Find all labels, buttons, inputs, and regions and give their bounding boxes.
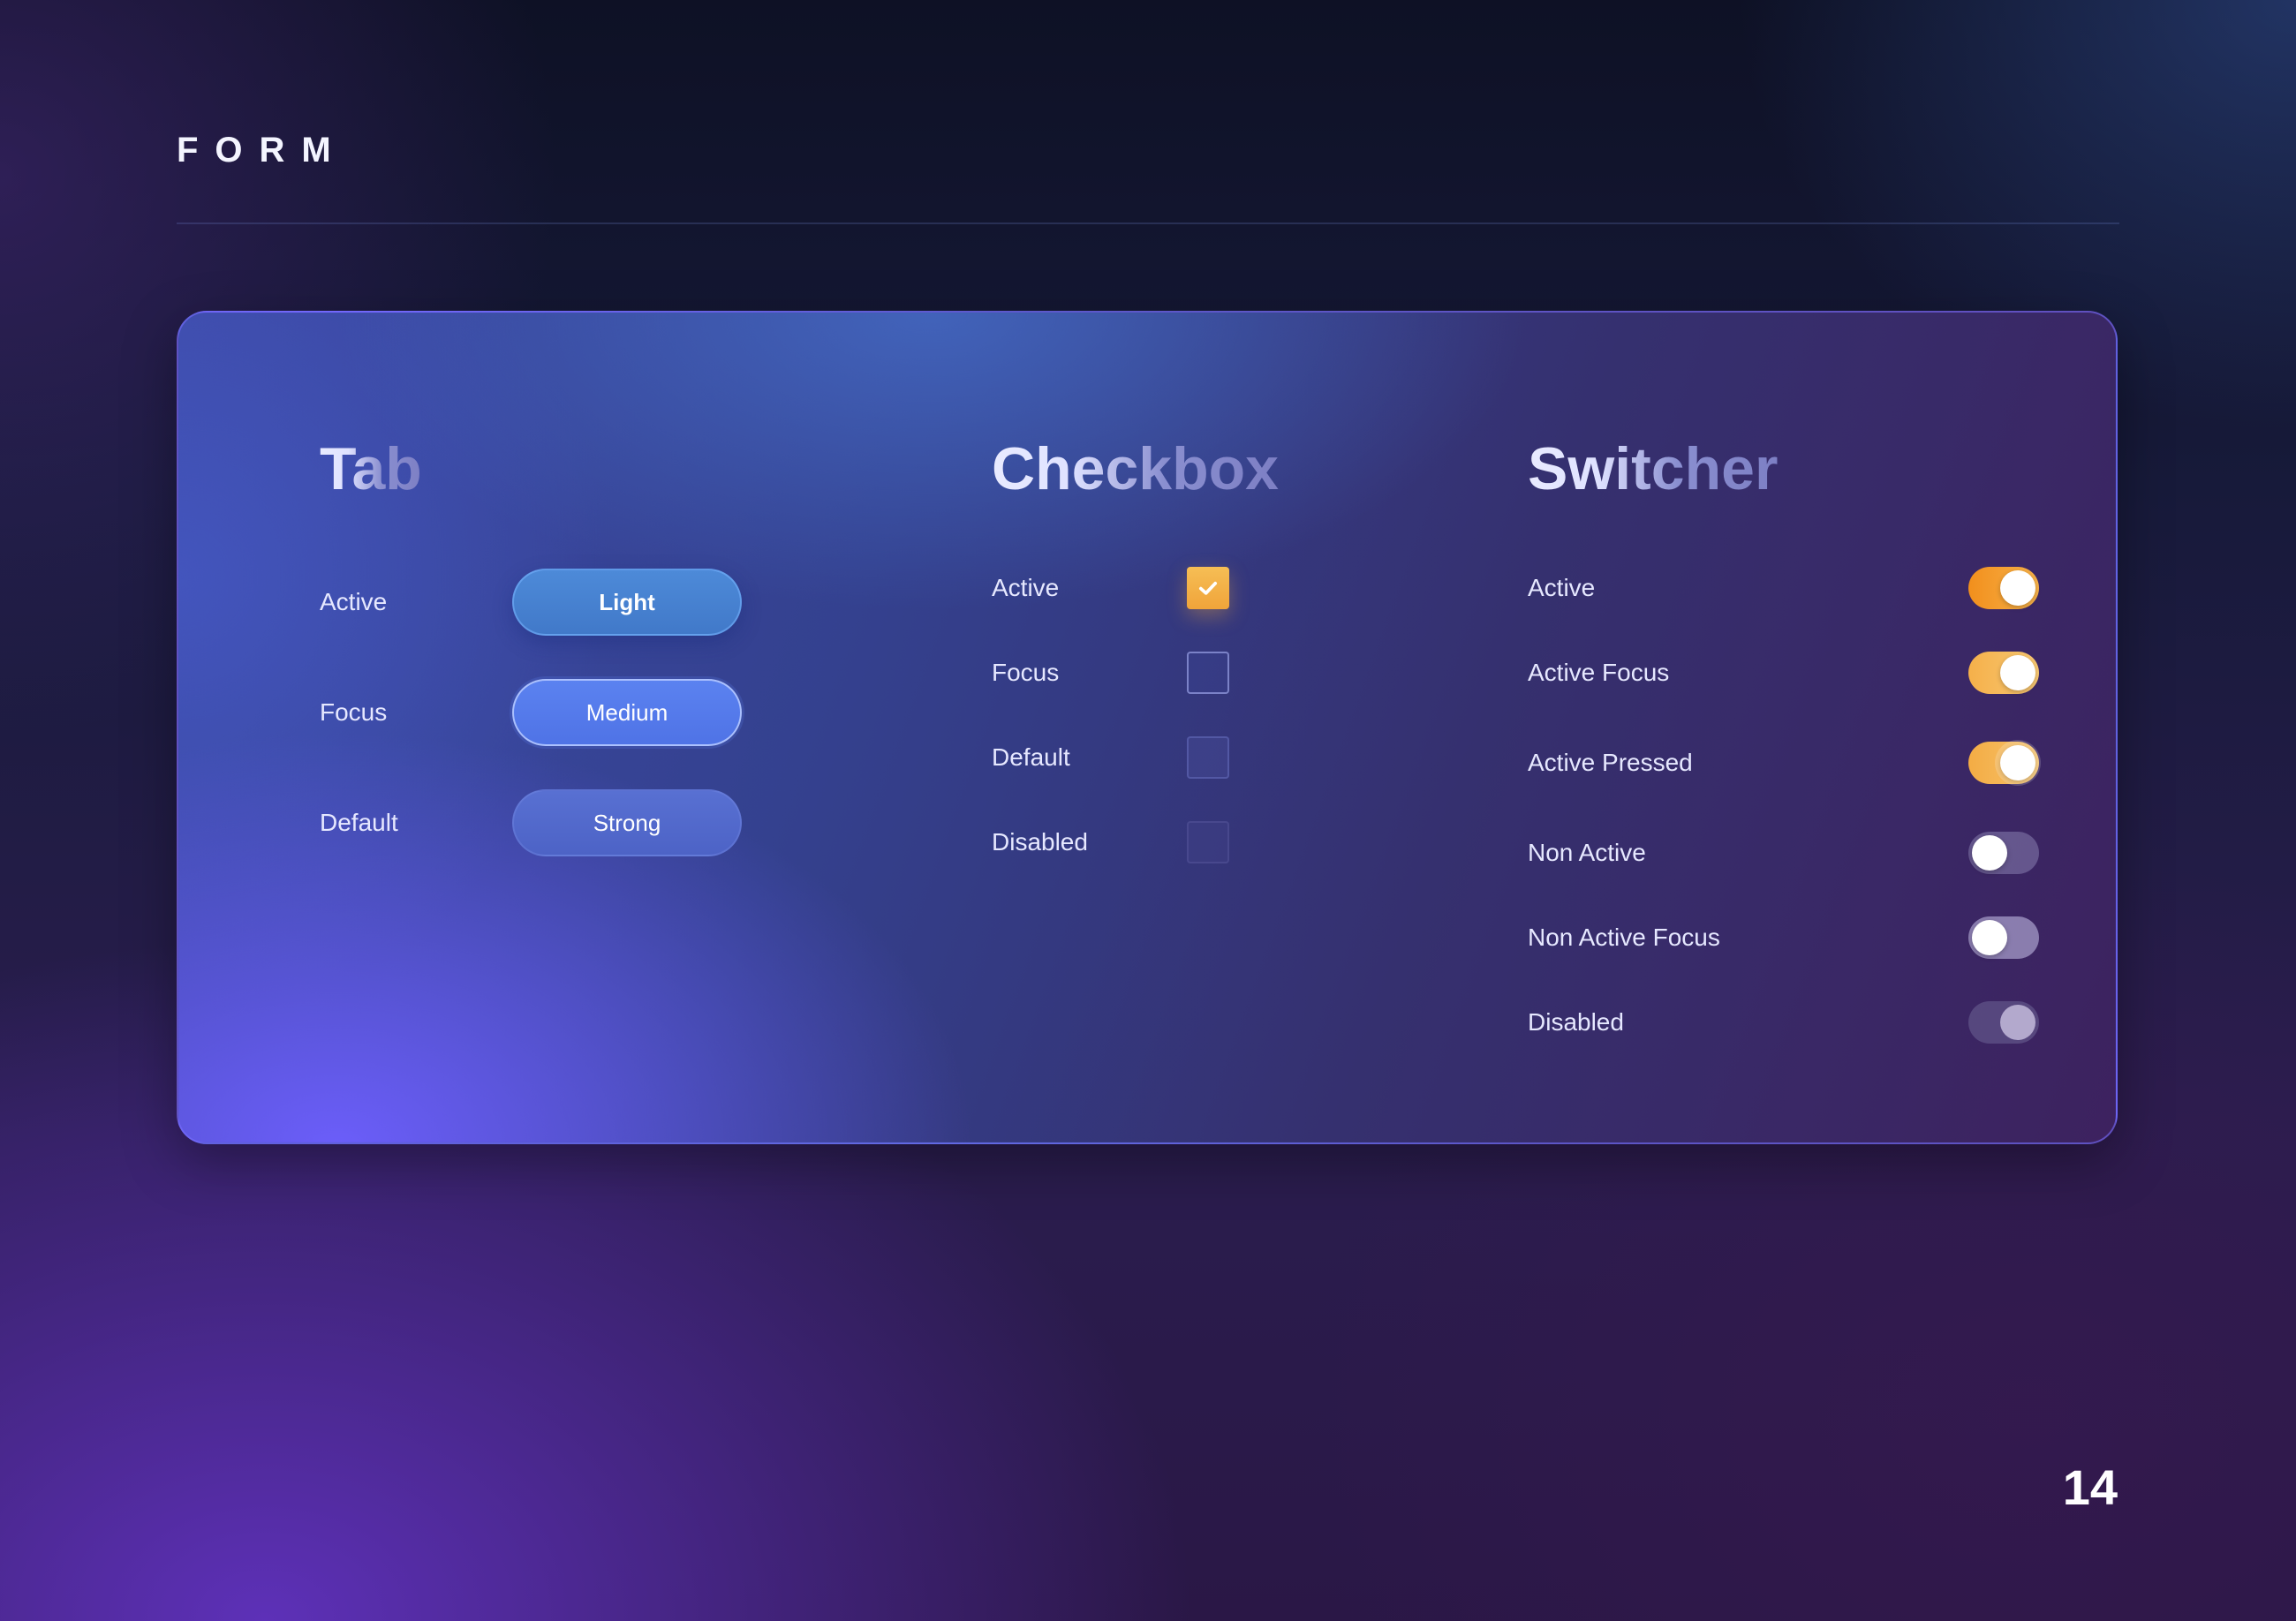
checkmark-icon (1198, 581, 1218, 595)
tab-strong[interactable]: Strong (512, 789, 742, 856)
form-components-card: Tab Active Light Focus Medium Default St… (177, 311, 2118, 1144)
checkbox-section-title: Checkbox (992, 435, 1279, 502)
switch-disabled (1968, 1001, 2039, 1044)
tab-light[interactable]: Light (512, 569, 742, 636)
tab-row-label: Focus (320, 698, 388, 726)
switch-knob (2000, 1005, 2035, 1040)
tab-section-title: Tab (320, 435, 422, 502)
checkbox-focus[interactable] (1187, 652, 1229, 694)
page-title: FORM (177, 131, 348, 170)
switch-non-active-focus[interactable] (1968, 916, 2039, 959)
checkbox-row-label: Active (992, 574, 1060, 601)
checkbox-row-label: Default (992, 743, 1070, 771)
header-divider (177, 222, 2119, 224)
tab-medium[interactable]: Medium (512, 679, 742, 746)
tab-row-label: Default (320, 809, 398, 836)
switcher-row-label: Disabled (1528, 1008, 1624, 1036)
switch-knob (2000, 570, 2035, 606)
switch-knob (2000, 745, 2035, 780)
switch-active-focus[interactable] (1968, 652, 2039, 694)
tab-row-label: Active (320, 588, 388, 615)
switch-knob (2000, 655, 2035, 690)
switch-active-pressed[interactable] (1968, 742, 2039, 784)
checkbox-disabled (1187, 821, 1229, 863)
checkbox-row-label: Focus (992, 659, 1060, 686)
page-number: 14 (2062, 1459, 2118, 1515)
switch-active[interactable] (1968, 567, 2039, 609)
switcher-row-label: Non Active (1528, 839, 1646, 866)
switch-knob (1972, 920, 2007, 955)
switcher-row-label: Active Focus (1528, 659, 1670, 686)
checkbox-row-label: Disabled (992, 828, 1088, 856)
switch-knob (1972, 835, 2007, 871)
checkbox-active[interactable] (1187, 567, 1229, 609)
switcher-row-label: Active Pressed (1528, 749, 1693, 776)
switcher-section-title: Switcher (1528, 435, 1779, 502)
switch-non-active[interactable] (1968, 832, 2039, 874)
switcher-row-label: Active (1528, 574, 1596, 601)
switcher-row-label: Non Active Focus (1528, 924, 1720, 951)
checkbox-default[interactable] (1187, 736, 1229, 779)
